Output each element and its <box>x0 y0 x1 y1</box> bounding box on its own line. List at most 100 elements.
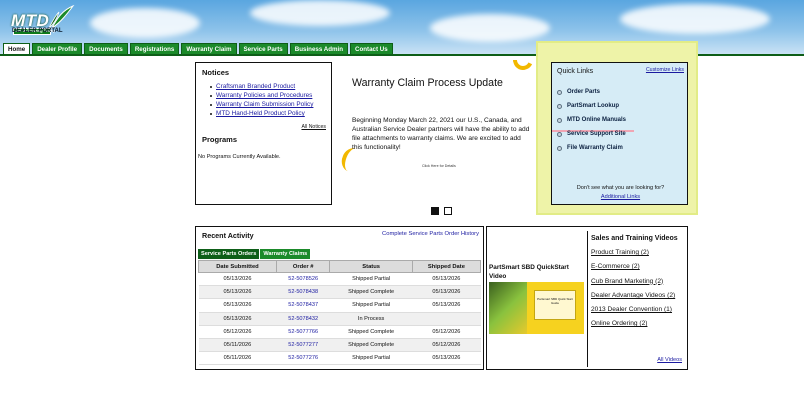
divider <box>587 231 588 367</box>
shipped-date-cell: 05/12/2026 <box>412 338 481 353</box>
quick-link-partsmart-lookup[interactable]: PartSmart Lookup <box>557 99 626 113</box>
order-number-link[interactable]: 52-5078526 <box>276 272 330 287</box>
quick-link-label: File Warranty Claim <box>567 145 623 151</box>
order-number-link[interactable]: 52-5077277 <box>276 338 330 353</box>
quick-link-label: Order Parts <box>567 89 601 95</box>
quick-link-label: Service Support Site <box>567 131 626 137</box>
video-category-link[interactable]: Dealer Advantage Videos (2) <box>591 292 675 306</box>
decorative-swoosh <box>510 60 536 73</box>
date-submitted-cell: 05/11/2026 <box>198 338 277 353</box>
table-row: 05/13/2026 52-5078526 Shipped Partial 05/13… <box>198 272 481 287</box>
date-submitted-cell: 05/13/2026 <box>198 312 277 326</box>
media-panel: PartSmart SBD QuickStart Video Partsmart… <box>486 226 688 370</box>
tab-warranty-claims[interactable]: Warranty Claims <box>260 249 311 259</box>
all-notices-link[interactable]: All Notices <box>301 124 326 130</box>
quick-link-label: MTD Online Manuals <box>567 117 627 123</box>
tab-contact-us[interactable]: Contact Us <box>350 43 393 54</box>
tab-service-parts-orders[interactable]: Service Parts Orders <box>198 249 260 259</box>
notices-title: Notices <box>202 68 230 77</box>
quick-link-file-warranty-claim[interactable]: File Warranty Claim <box>557 141 626 155</box>
status-cell: Shipped Partial <box>329 272 413 287</box>
thumbnail-photo <box>489 282 527 334</box>
portal-title: DEALER PORTAL <box>12 28 63 34</box>
quick-link-online-manuals[interactable]: MTD Online Manuals <box>557 113 626 127</box>
column-header: Order # <box>275 260 331 273</box>
quick-link-service-support-site[interactable]: Service Support Site <box>557 127 626 141</box>
status-cell: Shipped Complete <box>329 285 413 300</box>
quick-link-label: PartSmart Lookup <box>567 103 620 109</box>
column-header: Date Submitted <box>198 260 277 273</box>
thumbnail-cover: Partsmart SBD Quick Start Guide <box>527 282 584 334</box>
notices-panel: Notices Craftsman Branded Product Warran… <box>195 62 332 205</box>
main-nav: Home Dealer Profile Documents Registrati… <box>3 43 393 54</box>
all-videos-link[interactable]: All Videos <box>657 357 682 363</box>
notice-link[interactable]: Warranty Policies and Procedures <box>210 92 313 99</box>
table-row: 05/13/2026 52-5078438 Shipped Complete 05/1… <box>198 285 481 300</box>
shipped-date-cell: 05/13/2026 <box>412 285 481 300</box>
carousel-dot[interactable] <box>444 207 452 215</box>
column-header: Shipped Date <box>411 260 482 273</box>
recent-activity-panel: Recent Activity Complete Service Parts O… <box>195 226 484 370</box>
video-category-link[interactable]: Cub Brand Marketing (2) <box>591 278 675 292</box>
notice-link[interactable]: Craftsman Branded Product <box>210 83 313 90</box>
order-number-link[interactable]: 52-5077276 <box>276 351 330 366</box>
video-category-link[interactable]: 2013 Dealer Convention (1) <box>591 306 675 320</box>
tab-documents[interactable]: Documents <box>84 43 128 54</box>
status-cell: Shipped Complete <box>329 338 413 353</box>
video-category-link[interactable]: Product Training (2) <box>591 249 675 263</box>
status-cell: Shipped Complete <box>329 325 413 339</box>
tab-service-parts[interactable]: Service Parts <box>238 43 288 54</box>
programs-empty-text: No Programs Currently Available. <box>198 154 281 160</box>
quick-links-help-text: Don't see what you are looking for? <box>576 185 665 191</box>
date-submitted-cell: 05/11/2026 <box>198 351 277 366</box>
orders-table: Date Submitted Order # Status Shipped Da… <box>198 260 482 366</box>
shipped-date-cell <box>412 312 481 326</box>
customize-links-link[interactable]: Customize Links <box>646 67 684 73</box>
tab-business-admin[interactable]: Business Admin <box>289 43 348 54</box>
partsmart-video-title[interactable]: PartSmart SBD QuickStart Video <box>489 263 584 281</box>
shipped-date-cell: 05/13/2026 <box>412 351 481 366</box>
quick-link-order-parts[interactable]: Order Parts <box>557 85 626 99</box>
order-number-link[interactable]: 52-5077766 <box>276 325 330 339</box>
date-submitted-cell: 05/13/2026 <box>198 298 277 313</box>
status-cell: Shipped Partial <box>329 351 413 366</box>
order-history-link[interactable]: Complete Service Parts Order History <box>382 231 479 237</box>
tab-registrations[interactable]: Registrations <box>129 43 180 54</box>
table-row: 05/11/2026 52-5077277 Shipped Complete 05/1… <box>198 338 481 353</box>
status-cell: In Process <box>329 312 413 326</box>
table-row: 05/11/2026 52-5077276 Shipped Partial 05/13… <box>198 351 481 366</box>
recent-activity-title: Recent Activity <box>202 231 254 240</box>
tab-warranty-claim[interactable]: Warranty Claim <box>181 43 237 54</box>
notice-link[interactable]: Warranty Claim Submission Policy <box>210 101 313 108</box>
circle-bullet-icon <box>557 145 562 151</box>
tab-dealer-profile[interactable]: Dealer Profile <box>32 43 83 54</box>
shipped-date-cell: 05/12/2026 <box>412 325 481 339</box>
quick-links-panel: Quick Links Customize Links Order Parts … <box>551 62 688 205</box>
additional-links-link[interactable]: Additional Links <box>552 194 689 200</box>
shipped-date-cell: 05/13/2026 <box>412 298 481 313</box>
video-category-link[interactable]: Online Ordering (2) <box>591 320 675 334</box>
recent-activity-tabs: Service Parts Orders Warranty Claims <box>198 249 311 259</box>
tab-home[interactable]: Home <box>3 43 31 54</box>
quick-links-list: Order Parts PartSmart Lookup MTD Online … <box>557 85 626 155</box>
order-number-link[interactable]: 52-5078432 <box>276 312 330 326</box>
carousel-dot-active[interactable] <box>431 207 439 215</box>
videos-list: Product Training (2) E-Commerce (2) Cub … <box>591 249 675 335</box>
carousel-slide[interactable]: Warranty Claim Process Update Beginning … <box>337 60 537 200</box>
notice-link[interactable]: MTD Hand-Held Product Policy <box>210 110 313 117</box>
banner-details-link[interactable]: Click Here for Details <box>422 164 456 168</box>
table-row: 05/13/2026 52-5078432 In Process <box>198 312 481 326</box>
date-submitted-cell: 05/13/2026 <box>198 272 277 287</box>
table-row: 05/13/2026 52-5078437 Shipped Partial 05/13… <box>198 298 481 313</box>
banner-body: Beginning Monday March 22, 2021 our U.S.… <box>352 117 530 151</box>
partsmart-video-thumbnail[interactable]: Partsmart SBD Quick Start Guide <box>489 282 584 334</box>
circle-bullet-icon <box>557 89 562 95</box>
status-cell: Shipped Partial <box>329 298 413 313</box>
order-number-link[interactable]: 52-5078438 <box>276 285 330 300</box>
video-category-link[interactable]: E-Commerce (2) <box>591 263 675 277</box>
order-number-link[interactable]: 52-5078437 <box>276 298 330 313</box>
videos-title: Sales and Training Videos <box>591 235 678 242</box>
leaf-icon <box>49 4 75 30</box>
table-row: 05/12/2026 52-5077766 Shipped Complete 05/1… <box>198 325 481 339</box>
notices-list: Craftsman Branded Product Warranty Polic… <box>210 83 313 119</box>
